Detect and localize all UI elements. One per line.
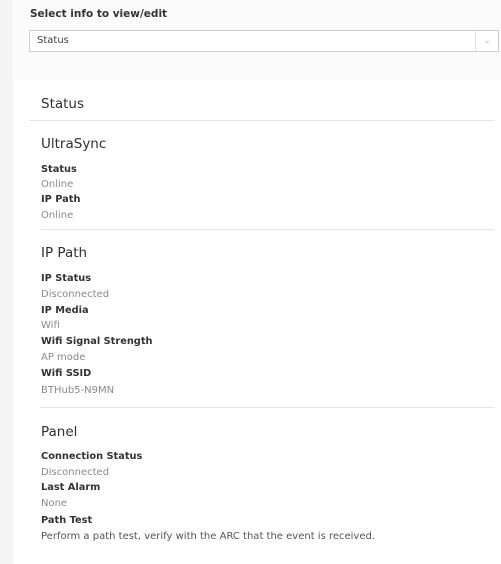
field-value-ip-media: Wifi bbox=[41, 320, 60, 331]
field-label-wifi-signal-strength: Wifi Signal Strength bbox=[41, 336, 153, 347]
field-label-ip-status: IP Status bbox=[41, 273, 92, 284]
left-strip bbox=[0, 0, 13, 564]
field-label-ip-media: IP Media bbox=[41, 305, 89, 316]
field-label-wifi-ssid: Wifi SSID bbox=[41, 368, 92, 379]
field-value-connection-status: Disconnected bbox=[41, 467, 110, 478]
field-value-status: Online bbox=[41, 179, 74, 190]
field-label-status: Status bbox=[41, 164, 77, 175]
path-test-description[interactable]: Perform a path test, verify with the ARC… bbox=[41, 531, 375, 542]
field-label-connection-status: Connection Status bbox=[41, 451, 143, 462]
info-select-dropdown[interactable]: Status ⌄ bbox=[29, 30, 499, 52]
chevron-down-icon[interactable]: ⌄ bbox=[475, 31, 498, 51]
path-test-label: Path Test bbox=[41, 515, 93, 526]
section-title-ultrasync: UltraSync bbox=[41, 136, 107, 152]
status-page: Select info to view/edit Status ⌄ Status… bbox=[0, 0, 501, 564]
field-label-last-alarm: Last Alarm bbox=[41, 482, 101, 493]
field-label-ip-path: IP Path bbox=[41, 194, 81, 205]
field-value-wifi-ssid: BTHub5-N9MN bbox=[41, 385, 115, 396]
divider bbox=[41, 229, 494, 230]
section-title-ip-path: IP Path bbox=[41, 245, 88, 261]
select-value: Status bbox=[37, 35, 69, 46]
field-value-last-alarm: None bbox=[41, 498, 68, 509]
divider bbox=[41, 407, 494, 408]
divider bbox=[29, 120, 494, 121]
select-info-label: Select info to view/edit bbox=[30, 8, 168, 20]
section-title-panel: Panel bbox=[41, 424, 78, 440]
page-title: Status bbox=[41, 96, 85, 112]
field-value-wifi-signal-strength: AP mode bbox=[41, 352, 86, 363]
field-value-ip-path: Online bbox=[41, 210, 74, 221]
field-value-ip-status: Disconnected bbox=[41, 289, 110, 300]
